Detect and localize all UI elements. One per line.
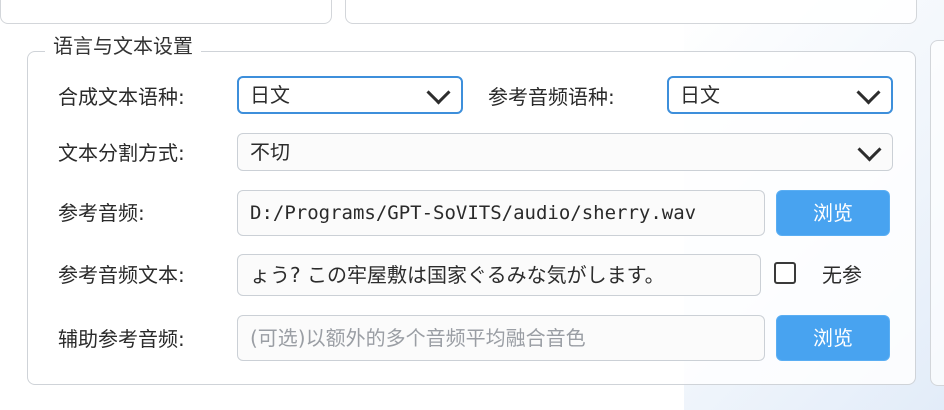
aux-audio-label: 辅助参考音频: xyxy=(58,327,185,351)
text-split-label: 文本分割方式: xyxy=(58,141,185,165)
group-title: 语言与文本设置 xyxy=(45,33,201,59)
no-reference-checkbox[interactable] xyxy=(774,262,796,284)
reference-audio-label: 参考音频: xyxy=(58,201,145,225)
reference-audio-browse-button[interactable]: 浏览 xyxy=(776,190,890,236)
reference-language-value: 日文 xyxy=(680,83,720,107)
aux-audio-input[interactable]: (可选)以额外的多个音频平均融合音色 xyxy=(237,315,765,361)
synthesis-language-label: 合成文本语种: xyxy=(58,85,185,109)
reference-audio-input[interactable]: D:/Programs/GPT-SoVITS/audio/sherry.wav xyxy=(237,190,765,236)
text-split-value: 不切 xyxy=(250,140,290,164)
aux-audio-browse-button[interactable]: 浏览 xyxy=(776,315,890,361)
chevron-down-icon xyxy=(856,80,881,105)
text-split-select[interactable]: 不切 xyxy=(237,133,893,171)
synthesis-language-value: 日文 xyxy=(250,83,290,107)
top-right-panel xyxy=(345,0,917,24)
reference-text-label: 参考音频文本: xyxy=(58,263,185,287)
reference-language-label: 参考音频语种: xyxy=(488,85,615,109)
chevron-down-icon xyxy=(426,80,451,105)
reference-language-select[interactable]: 日文 xyxy=(667,76,893,114)
chevron-down-icon xyxy=(857,137,882,162)
right-side-panel xyxy=(930,40,944,386)
reference-text-input[interactable]: ょう? この牢屋敷は国家ぐるみな気がします。 xyxy=(237,254,761,296)
no-reference-label: 无参 xyxy=(822,263,862,287)
synthesis-language-select[interactable]: 日文 xyxy=(237,76,463,114)
top-left-panel xyxy=(0,0,332,24)
